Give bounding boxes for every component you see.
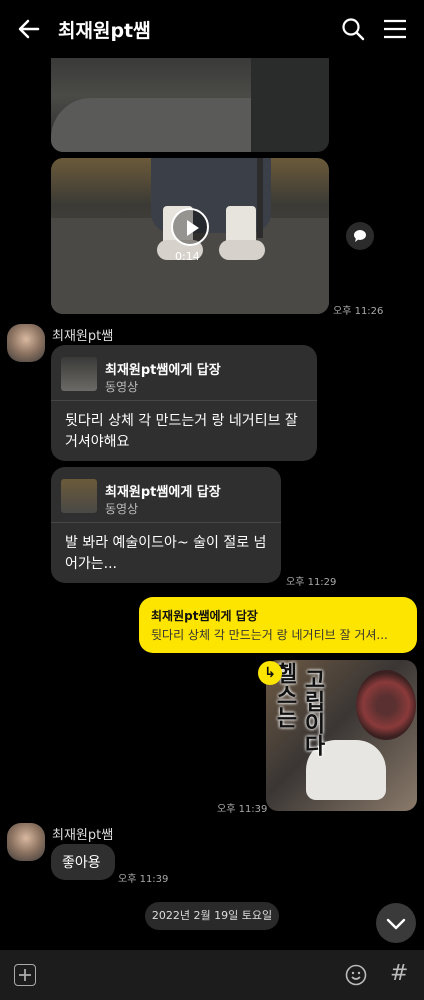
- reply-type: 동영상: [105, 380, 139, 394]
- play-icon[interactable]: [171, 208, 209, 246]
- reply-arrow-icon: ↳: [258, 661, 282, 685]
- reply-type: 동영상: [105, 502, 139, 516]
- video-scene: [251, 58, 329, 152]
- message-text: 발 봐라 예술이드아~ 술이 절로 넘어가는...: [65, 535, 267, 572]
- video-scene: [257, 158, 329, 238]
- photo-scene: [356, 670, 416, 740]
- message-time: 오후 11:26: [333, 306, 384, 317]
- input-bar[interactable]: #: [0, 950, 424, 1000]
- message-bubble[interactable]: 좋아용: [51, 844, 115, 880]
- search-icon[interactable]: [340, 16, 366, 42]
- reply-thumbnail: [61, 357, 97, 391]
- reply-message[interactable]: 최재원pt쌤에게 답장 동영상 뒷다리 상체 각 만드는거 랑 네거티브 잘 거…: [51, 345, 317, 461]
- reply-preview[interactable]: 최재원pt쌤에게 답장 동영상: [51, 345, 317, 401]
- chat-title: 최재원pt쌤: [58, 20, 151, 42]
- reply-target: 최재원pt쌤에게 답장: [105, 485, 221, 500]
- avatar[interactable]: [7, 324, 45, 362]
- reply-message[interactable]: 최재원pt쌤에게 답장 동영상 발 봐라 예술이드아~ 술이 절로 넘어가는..…: [51, 467, 281, 583]
- video-duration: 0:14: [175, 250, 200, 263]
- message-time: 오후 11:39: [217, 804, 268, 815]
- arrow-left-icon[interactable]: [14, 14, 44, 44]
- emoji-icon[interactable]: [345, 964, 367, 986]
- message-text: 좋아용: [62, 855, 101, 871]
- message-text: 뒷다리 상체 각 만드는거 랑 네거티브 잘 거셔야해요: [65, 413, 298, 450]
- sender-name: 최재원pt쌤: [52, 828, 114, 843]
- my-reply-message[interactable]: 최재원pt쌤에게 답장 뒷다리 상체 각 만드는거 랑 네거티브 잘 거셔...: [139, 597, 417, 653]
- date-divider: 2022년 2월 19일 토요일: [145, 902, 279, 930]
- chat-header: 최재원pt쌤: [0, 0, 424, 58]
- chevron-down-icon: [386, 918, 406, 930]
- chat-bubble-icon[interactable]: [346, 222, 374, 250]
- video-scene: [219, 240, 265, 260]
- hash-icon[interactable]: #: [390, 961, 408, 986]
- photo-message[interactable]: 헬스는 고립이다: [266, 660, 417, 811]
- scroll-down-button[interactable]: [376, 903, 416, 943]
- message-time: 오후 11:29: [286, 577, 337, 588]
- photo-caption: 고립이다: [300, 668, 325, 756]
- reply-preview[interactable]: 최재원pt쌤에게 답장 동영상: [51, 467, 281, 523]
- video-thumbnail-partial[interactable]: [51, 58, 329, 152]
- avatar[interactable]: [7, 823, 45, 861]
- message-time: 오후 11:39: [118, 874, 169, 885]
- video-message[interactable]: 0:14: [51, 158, 329, 314]
- reply-thumbnail: [61, 479, 97, 513]
- plus-icon[interactable]: [14, 964, 36, 986]
- reply-quote: 뒷다리 상체 각 만드는거 랑 네거티브 잘 거셔...: [151, 628, 388, 642]
- reply-target: 최재원pt쌤에게 답장: [105, 363, 221, 378]
- sender-name: 최재원pt쌤: [52, 329, 114, 344]
- reply-target: 최재원pt쌤에게 답장: [151, 609, 258, 623]
- menu-icon[interactable]: [382, 16, 408, 42]
